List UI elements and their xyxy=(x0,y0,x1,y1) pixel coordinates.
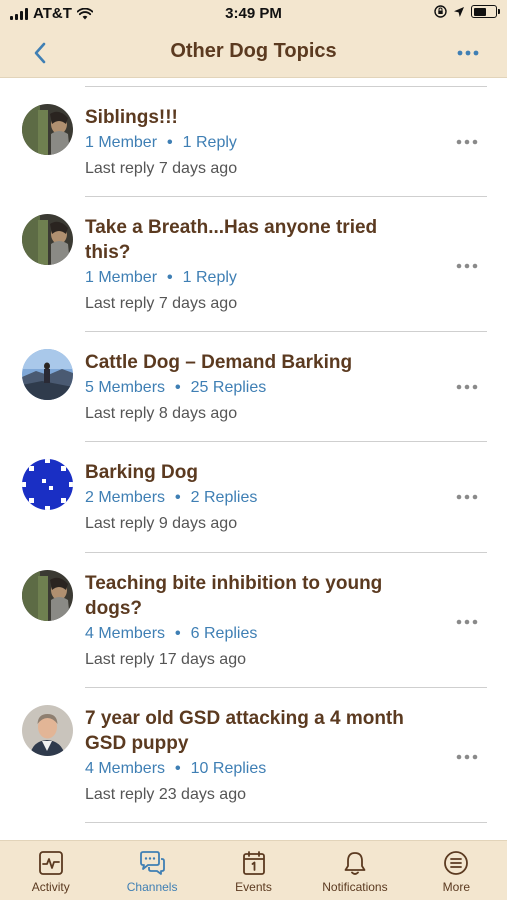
last-reply: Last reply 23 days ago xyxy=(85,786,246,803)
more-horizontal-icon xyxy=(456,263,478,269)
calendar-icon xyxy=(240,849,268,877)
more-horizontal-icon xyxy=(456,619,478,625)
reply-count[interactable]: 1 Reply xyxy=(183,269,237,286)
more-horizontal-icon xyxy=(456,494,478,500)
status-time: 3:49 PM xyxy=(225,5,282,22)
tab-more[interactable]: More xyxy=(406,841,507,900)
channel-title: Siblings!!! xyxy=(85,107,178,128)
channel-avatar xyxy=(22,349,73,400)
channel-meta: 4 Members • 10 Replies xyxy=(85,760,266,778)
row-more-button[interactable] xyxy=(453,490,481,504)
channel-row[interactable]: Take a Breath...Has anyone tried this? 1… xyxy=(0,197,507,331)
channel-row[interactable]: Teaching bite inhibition to young dogs? … xyxy=(0,553,507,687)
tab-label: Notifications xyxy=(322,880,388,894)
channel-row[interactable]: Cattle Dog – Demand Barking 5 Members • 25… xyxy=(0,332,507,441)
tab-notifications[interactable]: Notifications xyxy=(304,841,405,900)
member-count[interactable]: 1 Member xyxy=(85,269,157,286)
reply-count[interactable]: 10 Replies xyxy=(191,760,267,777)
last-reply: Last reply 8 days ago xyxy=(85,405,238,422)
channel-meta: 4 Members • 6 Replies xyxy=(85,625,257,643)
row-more-button[interactable] xyxy=(453,615,481,629)
more-horizontal-icon xyxy=(457,50,479,56)
tab-label: Channels xyxy=(126,880,178,894)
last-reply: Last reply 9 days ago xyxy=(85,515,238,532)
channel-meta: 1 Member • 1 Reply xyxy=(85,134,237,152)
separator-dot: • xyxy=(175,625,181,642)
member-count[interactable]: 4 Members xyxy=(85,625,165,642)
status-right xyxy=(434,5,500,18)
battery-fill xyxy=(473,7,487,16)
separator-dot: • xyxy=(175,489,181,506)
channel-row[interactable]: Siblings!!! 1 Member • 1 Reply Last reply … xyxy=(0,87,507,196)
channel-title: Take a Breath...Has anyone tried this? xyxy=(85,217,378,263)
tab-events[interactable]: Events xyxy=(203,841,304,900)
reply-count[interactable]: 25 Replies xyxy=(191,379,267,396)
row-more-button[interactable] xyxy=(453,380,481,394)
channel-row[interactable]: Barking Dog 2 Members • 2 Replies Last rep… xyxy=(0,442,507,552)
channel-meta: 1 Member • 1 Reply xyxy=(85,269,237,287)
separator-dot: • xyxy=(175,760,181,777)
status-bar: AT&T 3:49 PM xyxy=(0,0,507,28)
bell-icon xyxy=(341,849,369,877)
last-reply: Last reply 7 days ago xyxy=(85,295,238,312)
more-horizontal-icon xyxy=(456,139,478,145)
reply-count[interactable]: 1 Reply xyxy=(183,134,237,151)
last-reply: Last reply 17 days ago xyxy=(85,651,246,668)
more-options-button[interactable] xyxy=(453,42,483,64)
list-divider xyxy=(85,822,487,823)
channel-avatar xyxy=(22,570,73,621)
channel-list: Siblings!!! 1 Member • 1 Reply Last reply … xyxy=(0,79,507,839)
row-more-button[interactable] xyxy=(453,135,481,149)
more-horizontal-icon xyxy=(456,384,478,390)
separator-dot: • xyxy=(167,269,173,286)
channel-meta: 5 Members • 25 Replies xyxy=(85,379,266,397)
channel-title: Barking Dog xyxy=(85,462,198,483)
navigation-bar: Other Dog Topics xyxy=(0,28,507,78)
separator-dot: • xyxy=(167,134,173,151)
member-count[interactable]: 2 Members xyxy=(85,489,165,506)
reply-count[interactable]: 2 Replies xyxy=(191,489,258,506)
channel-title: 7 year old GSD attacking a 4 month GSD p… xyxy=(85,708,404,754)
tab-label: Activity xyxy=(31,880,70,894)
channel-avatar xyxy=(22,459,73,510)
member-count[interactable]: 1 Member xyxy=(85,134,157,151)
member-count[interactable]: 5 Members xyxy=(85,379,165,396)
channel-avatar xyxy=(22,705,73,756)
tab-label: Events xyxy=(235,880,272,894)
location-icon xyxy=(454,6,464,17)
channel-avatar xyxy=(22,104,73,155)
activity-icon xyxy=(37,849,65,877)
page-title: Other Dog Topics xyxy=(170,40,337,62)
channel-title: Cattle Dog – Demand Barking xyxy=(85,352,353,373)
more-horizontal-icon xyxy=(456,754,478,760)
reply-count[interactable]: 6 Replies xyxy=(191,625,258,642)
chat-bubble-icon xyxy=(138,849,166,877)
orientation-lock-icon xyxy=(434,5,447,18)
channel-avatar xyxy=(22,214,73,265)
tab-activity[interactable]: Activity xyxy=(0,841,101,900)
member-count[interactable]: 4 Members xyxy=(85,760,165,777)
channel-title: Teaching bite inhibition to young dogs? xyxy=(85,573,383,619)
last-reply: Last reply 7 days ago xyxy=(85,160,238,177)
menu-icon xyxy=(442,849,470,877)
row-more-button[interactable] xyxy=(453,259,481,273)
tab-channels[interactable]: Channels xyxy=(101,841,202,900)
row-more-button[interactable] xyxy=(453,750,481,764)
tab-label: More xyxy=(442,880,470,894)
channel-meta: 2 Members • 2 Replies xyxy=(85,489,257,507)
separator-dot: • xyxy=(175,379,181,396)
channel-row[interactable]: 7 year old GSD attacking a 4 month GSD p… xyxy=(0,688,507,822)
battery-icon xyxy=(471,5,500,18)
tab-bar: Activity Channels Events Notifications M… xyxy=(0,840,507,900)
